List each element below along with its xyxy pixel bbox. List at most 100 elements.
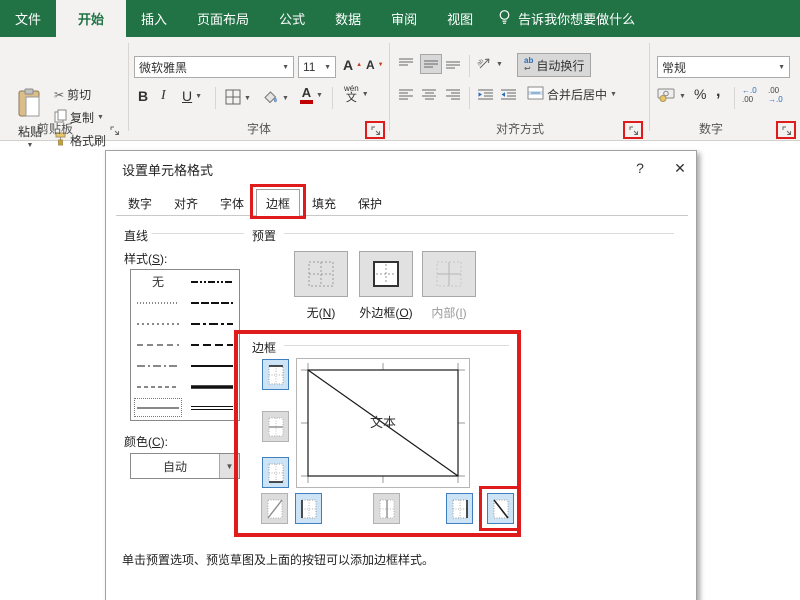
dialog-tab-border[interactable]: 边框	[256, 189, 300, 216]
font-group-label: 字体	[130, 120, 388, 137]
scissors-icon: ✂	[54, 88, 64, 102]
line-style-medium[interactable]	[187, 355, 237, 376]
align-middle-button[interactable]	[420, 54, 442, 74]
accounting-format-button[interactable]: ▼	[657, 87, 686, 106]
alignment-dialog-launcher[interactable]	[627, 124, 641, 137]
align-top-button[interactable]	[398, 57, 414, 71]
percent-label: %	[694, 86, 706, 102]
tab-insert[interactable]: 插入	[126, 0, 182, 37]
preset-none-button[interactable]	[294, 251, 348, 297]
decrease-decimal-button[interactable]: .00→.0	[768, 86, 783, 104]
border-top-button[interactable]	[262, 359, 289, 390]
border-diagonal-down-button[interactable]	[487, 493, 514, 524]
orientation-button[interactable]: ab ▼	[477, 55, 503, 74]
bold-button[interactable]: B	[138, 88, 148, 104]
phonetic-guide-button[interactable]: wén 文 ▼	[344, 85, 369, 104]
dialog-close-button[interactable]: ✕	[664, 155, 696, 181]
align-right-icon	[445, 88, 461, 102]
decrease-indent-button[interactable]	[477, 88, 494, 102]
border-top-icon	[267, 364, 285, 386]
align-bottom-button[interactable]	[445, 57, 461, 71]
border-left-button[interactable]	[295, 493, 322, 524]
ribbon-tab-bar: 文件 开始 插入 页面布局 公式 数据 审阅 视图 告诉我你想要做什么	[0, 0, 800, 37]
caret-icon: ▼	[610, 91, 617, 98]
separator	[215, 87, 216, 109]
tab-formulas[interactable]: 公式	[264, 0, 320, 37]
border-inner-vertical-icon	[378, 498, 396, 520]
line-style-slant-dash-dot[interactable]	[187, 292, 237, 313]
tab-file[interactable]: 文件	[0, 0, 56, 37]
dialog-tab-protection[interactable]: 保护	[348, 191, 392, 215]
tab-page-layout[interactable]: 页面布局	[182, 0, 264, 37]
preset-outline-button[interactable]	[359, 251, 413, 297]
border-inner-horizontal-button[interactable]	[262, 411, 289, 442]
shrink-font-button[interactable]: A▼	[366, 58, 384, 72]
line-style-thin-selected[interactable]	[133, 397, 183, 418]
preset-outline-icon	[371, 259, 401, 289]
grow-font-button[interactable]: A▲	[343, 57, 362, 73]
line-style-none[interactable]: 无	[133, 271, 183, 292]
line-style-hair[interactable]	[133, 292, 183, 313]
dialog-title: 设置单元格格式	[122, 160, 213, 179]
percent-style-button[interactable]: %	[694, 86, 706, 102]
line-style-double[interactable]	[187, 397, 237, 418]
preset-inside-icon	[434, 259, 464, 289]
font-size-combo[interactable]: 11 ▼	[298, 56, 336, 78]
line-style-dotted[interactable]	[133, 313, 183, 334]
line-style-thick[interactable]	[187, 376, 237, 397]
line-style-listbox: 无	[130, 269, 240, 421]
caret-icon: ▼	[362, 91, 369, 98]
line-style-med-dashed[interactable]	[187, 334, 237, 355]
tab-review[interactable]: 审阅	[376, 0, 432, 37]
number-dialog-launcher[interactable]	[780, 124, 794, 137]
line-style-dashed[interactable]	[133, 334, 183, 355]
line-style-med-dash-dot[interactable]	[187, 313, 237, 334]
cut-button[interactable]: ✂ 剪切	[54, 86, 91, 103]
borders-button[interactable]: ▼	[225, 89, 251, 108]
merge-center-button[interactable]: 合并后居中 ▼	[527, 86, 617, 103]
border-diagonal-up-button[interactable]	[261, 493, 288, 524]
border-inner-vertical-button[interactable]	[373, 493, 400, 524]
caret-icon: ▼	[244, 95, 251, 102]
increase-indent-button[interactable]	[500, 88, 517, 102]
group-separator	[649, 43, 650, 131]
align-left-button[interactable]	[398, 88, 414, 102]
fill-color-button[interactable]: ▼	[262, 89, 289, 108]
separator	[469, 87, 470, 109]
border-diagonal-up-icon	[266, 498, 284, 520]
increase-decimal-button[interactable]: ←.0.00	[742, 86, 757, 104]
font-color-button[interactable]: A ▼	[300, 86, 323, 104]
border-bottom-button[interactable]	[262, 457, 289, 488]
italic-button[interactable]: I	[161, 88, 166, 104]
align-center-button[interactable]	[421, 88, 437, 102]
none-label: 无	[152, 273, 164, 290]
border-inner-horizontal-icon	[267, 416, 285, 438]
paste-button[interactable]: 粘贴 ▼	[8, 81, 52, 155]
line-style-short-dash[interactable]	[133, 376, 183, 397]
underline-button[interactable]: U ▼	[182, 88, 202, 104]
clipboard-dialog-launcher[interactable]	[108, 124, 122, 137]
font-family-combo[interactable]: 微软雅黑 ▼	[134, 56, 294, 78]
tab-view[interactable]: 视图	[432, 0, 488, 37]
font-dialog-launcher[interactable]	[369, 124, 383, 137]
border-right-button[interactable]	[446, 493, 473, 524]
line-style-dash-dot[interactable]	[133, 355, 183, 376]
dialog-help-button[interactable]: ?	[624, 155, 656, 181]
align-right-button[interactable]	[445, 88, 461, 102]
line-style-med-dash-dot-dot[interactable]	[187, 271, 237, 292]
wrap-text-button[interactable]: ab↩ 自动换行	[517, 53, 591, 77]
border-color-dropdown[interactable]: 自动 ▼	[130, 453, 240, 479]
dialog-tab-alignment[interactable]: 对齐	[164, 191, 208, 215]
caret-icon: ▼	[282, 95, 289, 102]
comma-style-button[interactable]: ,	[716, 83, 720, 101]
tell-me-box[interactable]: 告诉我你想要做什么	[488, 0, 645, 37]
dialog-tab-number[interactable]: 数字	[118, 191, 162, 215]
border-preview[interactable]: 文本	[296, 358, 470, 488]
dialog-tab-fill[interactable]: 填充	[302, 191, 346, 215]
number-format-combo[interactable]: 常规 ▼	[657, 56, 790, 78]
preset-inside-button[interactable]	[422, 251, 476, 297]
tab-data[interactable]: 数据	[320, 0, 376, 37]
borders-grid-icon	[225, 89, 241, 108]
dialog-tab-font[interactable]: 字体	[210, 191, 254, 215]
tab-home[interactable]: 开始	[56, 0, 126, 37]
